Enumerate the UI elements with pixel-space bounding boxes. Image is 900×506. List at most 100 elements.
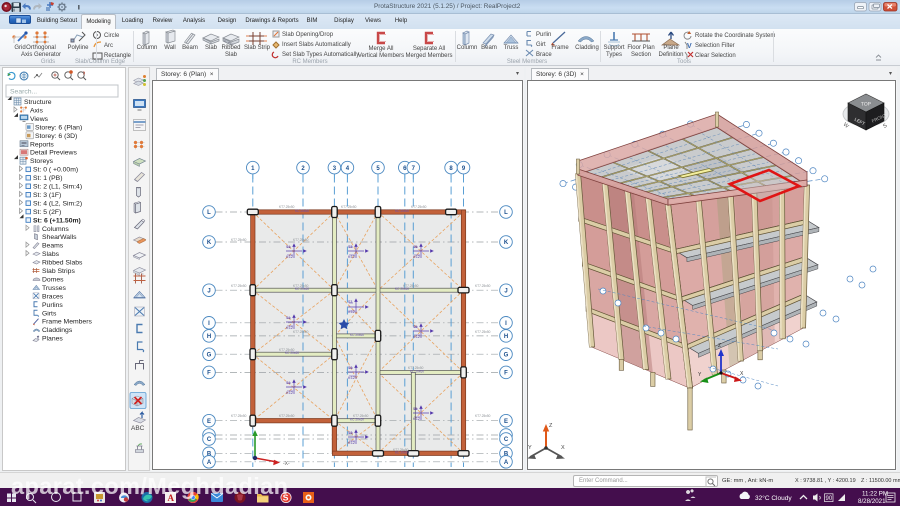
svg-text:St: 2 (L1, Sim:4): St: 2 (L1, Sim:4) <box>33 184 82 191</box>
svg-text:St: 4 (L2, Sim:2): St: 4 (L2, Sim:2) <box>33 200 82 207</box>
svg-text:h:12: h:12 <box>286 391 293 395</box>
svg-text:KC 20x60: KC 20x60 <box>350 333 364 337</box>
svg-text:KT7.25x50: KT7.25x50 <box>475 330 491 334</box>
svg-text:KC 20x60: KC 20x60 <box>395 209 409 213</box>
svg-text:S5: S5 <box>413 245 417 249</box>
svg-text:8/28/2021: 8/28/2021 <box>858 498 886 505</box>
svg-text:Planes: Planes <box>42 336 63 343</box>
svg-text:Frame Members: Frame Members <box>42 319 92 326</box>
svg-text:KT7.25x50: KT7.25x50 <box>231 238 247 242</box>
svg-text:ShearWalls: ShearWalls <box>42 234 77 241</box>
svg-text:S3: S3 <box>348 300 352 304</box>
svg-text:St: 5 (2F): St: 5 (2F) <box>33 209 61 216</box>
svg-text:KT7.25x50: KT7.25x50 <box>279 205 295 209</box>
svg-text:F: F <box>504 371 508 377</box>
svg-text:F: F <box>207 371 211 377</box>
svg-text:G: G <box>504 352 509 358</box>
svg-text:St: 6 (+11.50m): St: 6 (+11.50m) <box>33 217 81 224</box>
svg-text:S3: S3 <box>348 245 352 249</box>
svg-text:A: A <box>504 460 509 466</box>
svg-text:Brace: Brace <box>536 52 552 58</box>
svg-text:Storey: 6 (3D): Storey: 6 (3D) <box>35 133 77 140</box>
svg-text:KT7.25x50: KT7.25x50 <box>411 205 427 209</box>
svg-text:h:12: h:12 <box>286 326 293 330</box>
svg-text:Slabs: Slabs <box>42 251 60 258</box>
svg-text:St: 1 (PB): St: 1 (PB) <box>33 175 62 182</box>
svg-text:KC 20x60: KC 20x60 <box>350 418 364 422</box>
svg-text:Y: Y <box>528 445 532 451</box>
svg-text:-X-: -X- <box>283 461 290 467</box>
svg-text:KC 20x60: KC 20x60 <box>295 209 309 213</box>
svg-text:S3: S3 <box>348 431 352 435</box>
svg-text:Axis: Axis <box>30 107 43 114</box>
svg-text:KT7.25x50: KT7.25x50 <box>279 414 295 418</box>
svg-text:KC 20x60: KC 20x60 <box>410 369 424 373</box>
svg-text:C: C <box>504 437 509 443</box>
svg-text:X: X <box>740 371 744 377</box>
svg-text:S1: S1 <box>286 245 290 249</box>
svg-text:KT7.25x50: KT7.25x50 <box>341 205 357 209</box>
svg-text:J: J <box>207 288 210 294</box>
svg-text:KT7.25x50: KT7.25x50 <box>475 414 491 418</box>
svg-text:KT7.25x50: KT7.25x50 <box>231 414 247 418</box>
svg-text:S3: S3 <box>348 366 352 370</box>
svg-text:h:12: h:12 <box>286 255 293 259</box>
svg-text:KT7.25x50: KT7.25x50 <box>231 284 247 288</box>
svg-text:X: X <box>561 445 565 451</box>
svg-text:h:12: h:12 <box>413 255 420 259</box>
svg-text:Search...: Search... <box>10 89 37 96</box>
svg-text:Braces: Braces <box>42 293 64 300</box>
svg-text:Z: Z <box>549 423 553 429</box>
svg-text:Domes: Domes <box>42 276 64 283</box>
svg-text:ABC: ABC <box>131 425 145 432</box>
svg-text:Slab Opening/Drop: Slab Opening/Drop <box>282 32 334 38</box>
svg-text:32°C Cloudy: 32°C Cloudy <box>755 494 792 502</box>
svg-text:E: E <box>504 419 508 425</box>
svg-text:S: S <box>882 123 889 130</box>
svg-text:KC 20x60: KC 20x60 <box>395 287 409 291</box>
svg-text:S1: S1 <box>286 316 290 320</box>
svg-text:Storeys: Storeys <box>30 158 54 165</box>
svg-text:S5: S5 <box>413 407 417 411</box>
svg-text:Detail Previews: Detail Previews <box>30 150 77 157</box>
svg-text:Set Slab Types Automatically: Set Slab Types Automatically <box>282 52 359 58</box>
svg-text:Z: Z <box>718 343 721 349</box>
svg-text:Reports: Reports <box>30 141 54 148</box>
svg-text:KC 20x60: KC 20x60 <box>395 450 409 454</box>
svg-text:S1: S1 <box>286 381 290 385</box>
svg-text:h:12: h:12 <box>348 441 355 445</box>
svg-text:Structure: Structure <box>24 99 52 106</box>
svg-text:Girts: Girts <box>42 310 57 317</box>
svg-text:Columns: Columns <box>42 226 69 233</box>
svg-text:J: J <box>504 288 507 294</box>
svg-text:Insert Slabs Automatically: Insert Slabs Automatically <box>282 42 351 48</box>
svg-text:S5: S5 <box>413 325 417 329</box>
svg-text:St: 0 ( +0.00m): St: 0 ( +0.00m) <box>33 167 78 174</box>
svg-text:KT7.25x50: KT7.25x50 <box>293 330 309 334</box>
svg-text:h:12: h:12 <box>348 376 355 380</box>
svg-text:H: H <box>504 334 508 340</box>
svg-text:W: W <box>842 122 850 130</box>
svg-text:Rotate the Coordinate System: Rotate the Coordinate System <box>695 33 775 39</box>
svg-text:KT7.25x50: KT7.25x50 <box>475 284 491 288</box>
svg-text:K: K <box>207 240 212 246</box>
svg-text:90: 90 <box>826 496 833 502</box>
svg-text:C: C <box>207 437 212 443</box>
svg-text:Trusses: Trusses <box>42 285 67 292</box>
svg-text:G: G <box>207 352 212 358</box>
svg-text:KC 20x60: KC 20x60 <box>285 351 299 355</box>
svg-text:11:22 PM: 11:22 PM <box>862 491 888 498</box>
svg-text:L: L <box>207 210 211 216</box>
svg-text:Selection Filter: Selection Filter <box>695 43 735 49</box>
svg-text:h:12: h:12 <box>413 335 420 339</box>
svg-text:Girt: Girt <box>536 42 546 48</box>
svg-text:St: 3 (1F): St: 3 (1F) <box>33 192 61 199</box>
svg-text:Claddings: Claddings <box>42 327 73 334</box>
svg-text:A: A <box>207 460 212 466</box>
svg-text:E: E <box>207 419 211 425</box>
svg-text:KC 20x60: KC 20x60 <box>295 287 309 291</box>
svg-text:TOP: TOP <box>861 101 872 107</box>
svg-text:h:12: h:12 <box>413 417 420 421</box>
svg-text:K: K <box>504 240 509 246</box>
svg-text:Storey: 6 (Plan): Storey: 6 (Plan) <box>35 124 82 131</box>
